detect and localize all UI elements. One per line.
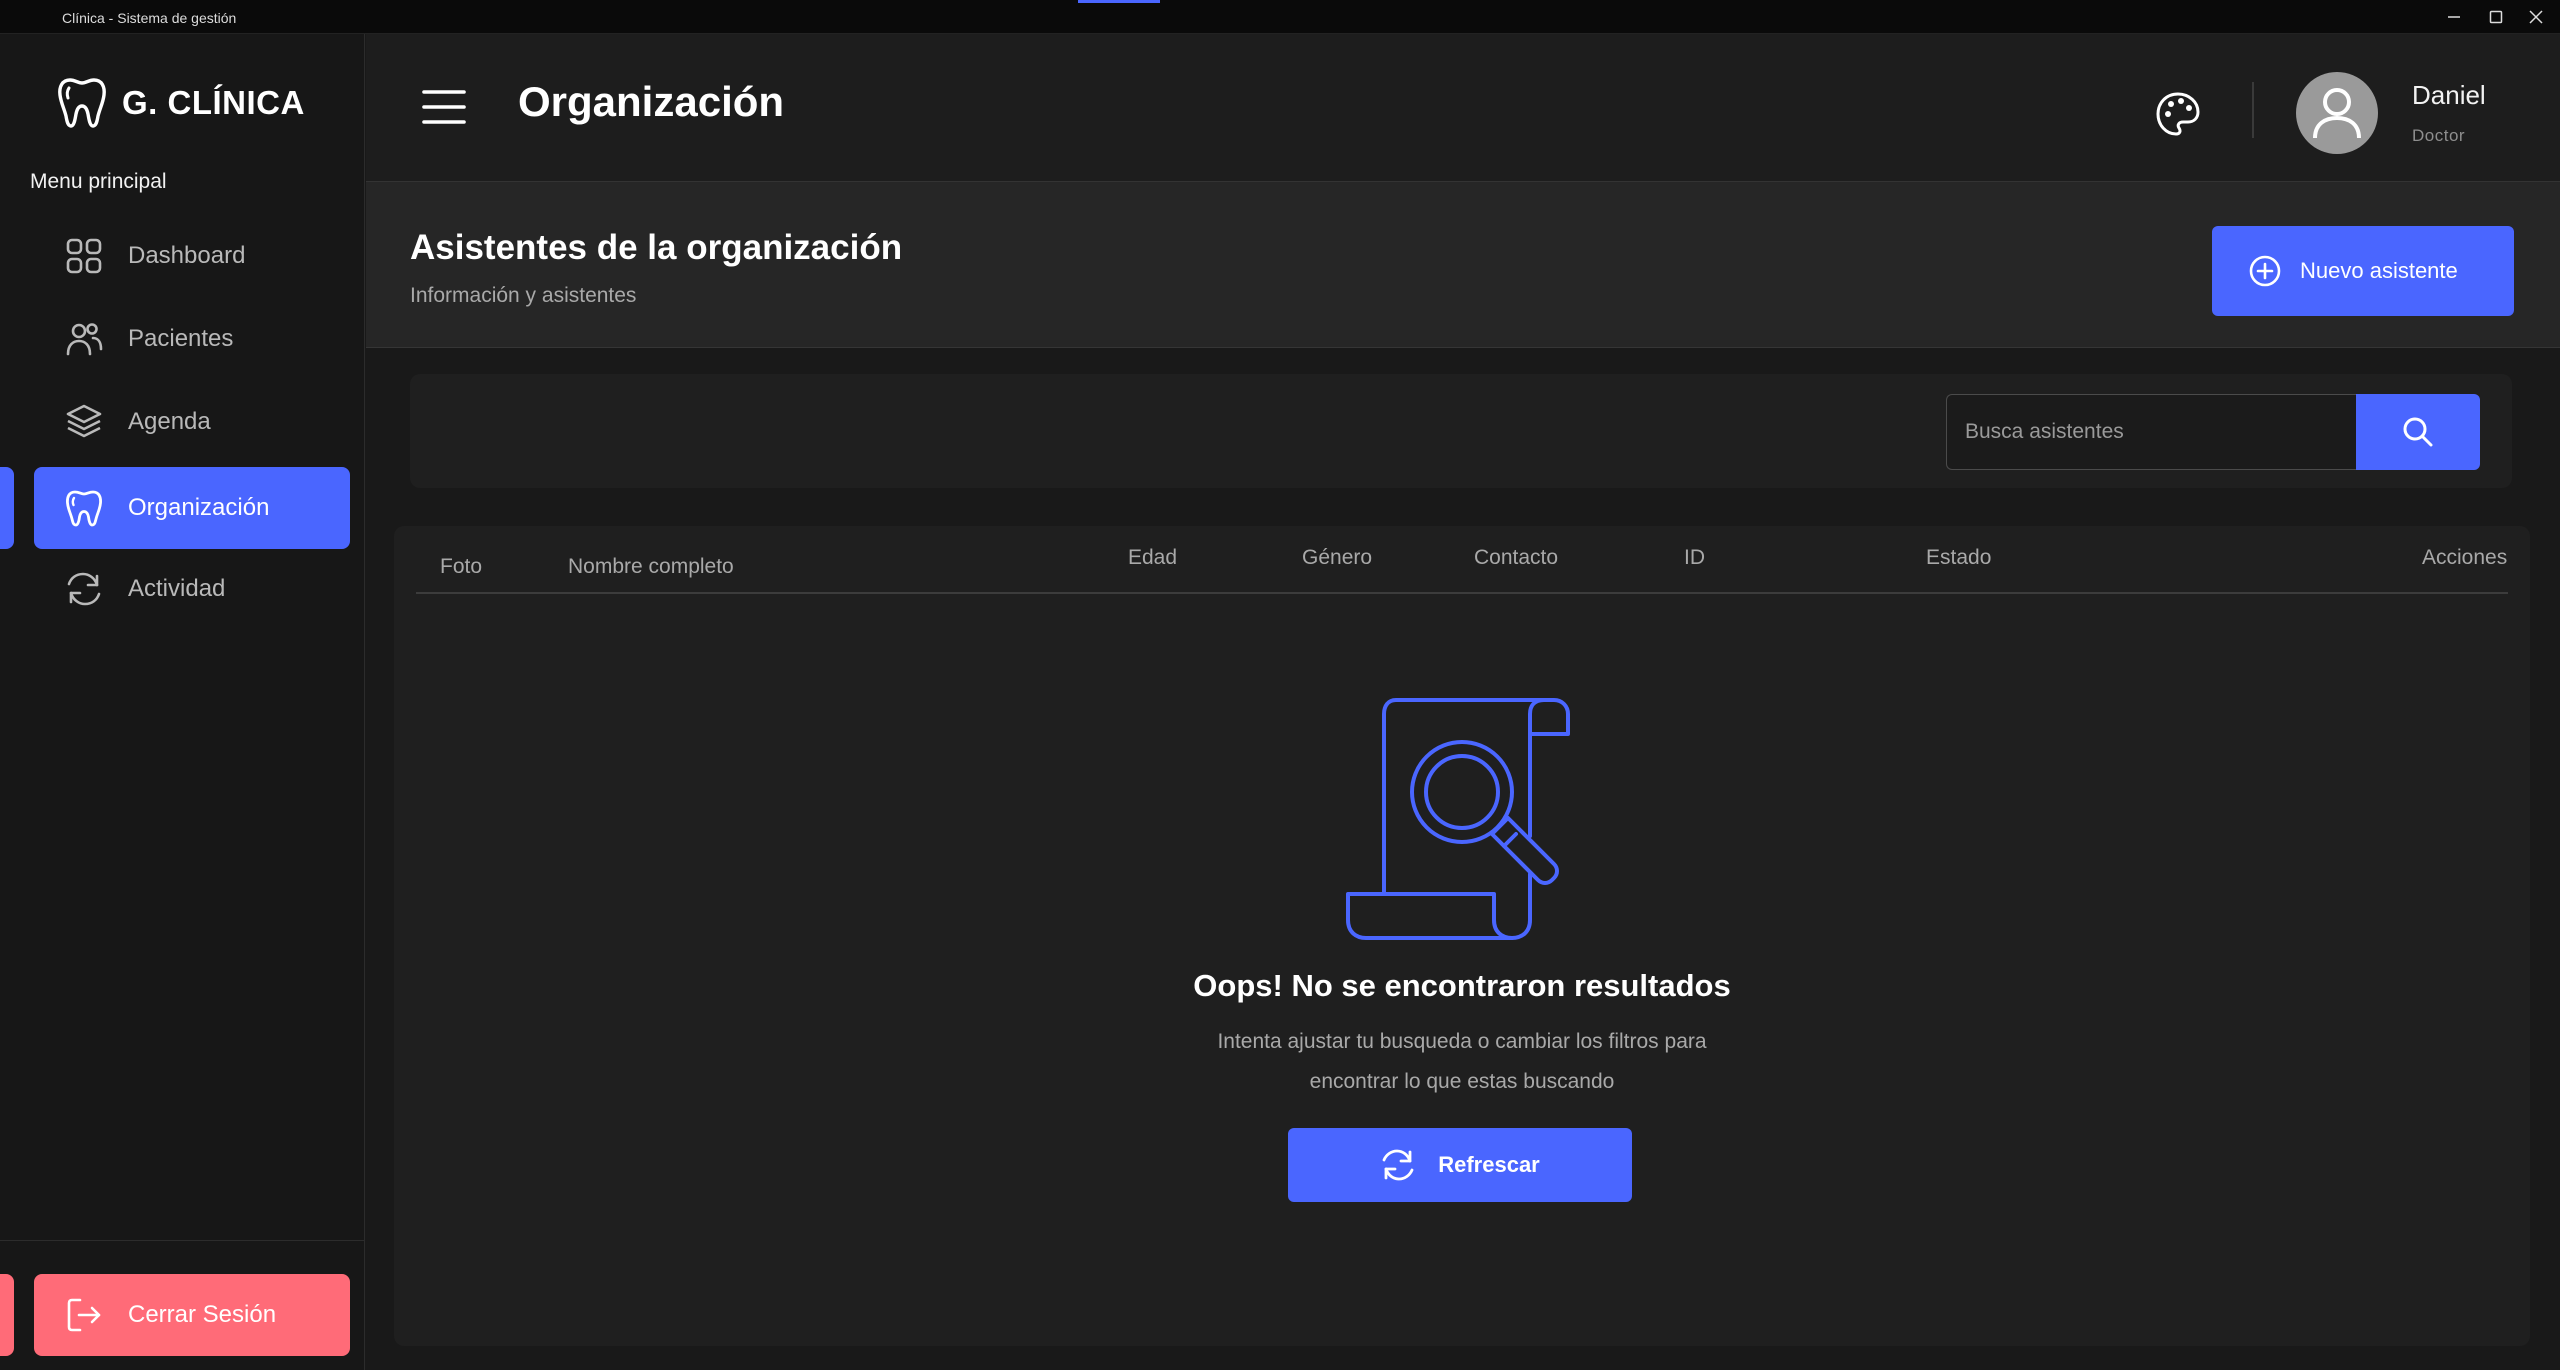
search-input[interactable] (1946, 394, 2356, 470)
sidebar-item-label: Actividad (128, 575, 226, 602)
layers-icon (66, 404, 102, 438)
active-indicator (0, 467, 14, 549)
sidebar-item-pacientes[interactable]: Pacientes (34, 298, 350, 380)
sidebar-item-label: Agenda (128, 408, 211, 435)
refresh-icon (1382, 1149, 1414, 1181)
search-icon (2403, 417, 2433, 447)
new-assistant-button[interactable]: Nuevo asistente (2212, 226, 2514, 316)
users-icon (66, 323, 103, 356)
titlebar-accent (1078, 0, 1160, 3)
empty-state-text: Intenta ajustar tu busqueda o cambiar lo… (1217, 1030, 1707, 1053)
grid-icon (66, 238, 102, 274)
brand[interactable]: G. CLÍNICA (56, 76, 305, 130)
maximize-button[interactable] (2478, 4, 2514, 30)
sidebar: G. CLÍNICA Menu principal Dashboard Paci… (0, 34, 365, 1370)
user-role: Doctor (2412, 126, 2466, 145)
table-header: Foto Nombre completo Edad Género Contact… (416, 526, 2508, 594)
column-header-acciones: Acciones (2422, 546, 2508, 569)
window-title: Clínica - Sistema de gestión (62, 10, 237, 26)
close-button[interactable] (2518, 4, 2554, 30)
section-header: Asistentes de la organización Informació… (366, 182, 2560, 348)
sidebar-divider (0, 1240, 365, 1241)
user-avatar-icon (2313, 88, 2361, 139)
logout-indicator (0, 1274, 14, 1356)
palette-icon[interactable] (2154, 90, 2202, 138)
new-assistant-label: Nuevo asistente (2300, 258, 2458, 283)
hamburger-menu-icon[interactable] (420, 86, 468, 128)
maximize-icon (2489, 10, 2503, 24)
refresh-button[interactable]: Refrescar (1288, 1128, 1632, 1202)
table-panel: Foto Nombre completo Edad Género Contact… (394, 526, 2530, 1346)
column-header-contacto: Contacto (1474, 546, 1559, 569)
avatar[interactable] (2296, 72, 2378, 154)
empty-state-title: Oops! No se encontraron resultados (1193, 968, 1731, 1003)
sidebar-item-label: Pacientes (128, 325, 234, 352)
logout-icon (67, 1298, 101, 1332)
user-name: Daniel (2412, 80, 2486, 110)
section-subtitle: Información y asistentes (410, 284, 637, 307)
page-title: Organización (518, 78, 785, 125)
column-header-edad: Edad (1128, 546, 1178, 569)
tooth-logo-icon (58, 78, 106, 128)
minimize-button[interactable] (2436, 4, 2472, 30)
sidebar-item-label: Dashboard (128, 242, 246, 269)
column-header-estado: Estado (1926, 546, 1992, 569)
sidebar-item-label: Organización (128, 494, 270, 521)
sidebar-item-dashboard[interactable]: Dashboard (34, 215, 350, 297)
no-results-illustration-icon (1346, 698, 1570, 940)
menu-label: Menu principal (30, 170, 167, 193)
section-title: Asistentes de la organización (410, 228, 903, 267)
column-header-genero: Género (1302, 546, 1373, 569)
search-button[interactable] (2356, 394, 2480, 470)
sidebar-item-organizacion[interactable]: Organización (34, 467, 350, 549)
column-header-id: ID (1684, 546, 1705, 569)
logout-button[interactable]: Cerrar Sesión (34, 1274, 350, 1356)
refresh-label: Refrescar (1438, 1152, 1540, 1177)
plus-circle-icon (2249, 255, 2281, 287)
close-icon (2529, 10, 2543, 24)
sidebar-item-actividad[interactable]: Actividad (34, 548, 350, 630)
minimize-icon (2448, 16, 2460, 18)
search-panel (410, 374, 2512, 488)
column-header-foto: Foto (440, 555, 483, 578)
header-separator (2252, 82, 2254, 138)
tooth-icon (66, 490, 102, 527)
empty-state-text: encontrar lo que estas buscando (1309, 1070, 1615, 1093)
window-titlebar: Clínica - Sistema de gestión (0, 0, 2560, 34)
brand-name: G. CLÍNICA (122, 84, 305, 121)
column-header-nombre: Nombre completo (568, 555, 734, 578)
sidebar-item-agenda[interactable]: Agenda (34, 381, 350, 463)
refresh-icon (67, 572, 101, 606)
header: Organización Daniel Doctor (366, 34, 2560, 182)
logout-label: Cerrar Sesión (128, 1301, 277, 1328)
